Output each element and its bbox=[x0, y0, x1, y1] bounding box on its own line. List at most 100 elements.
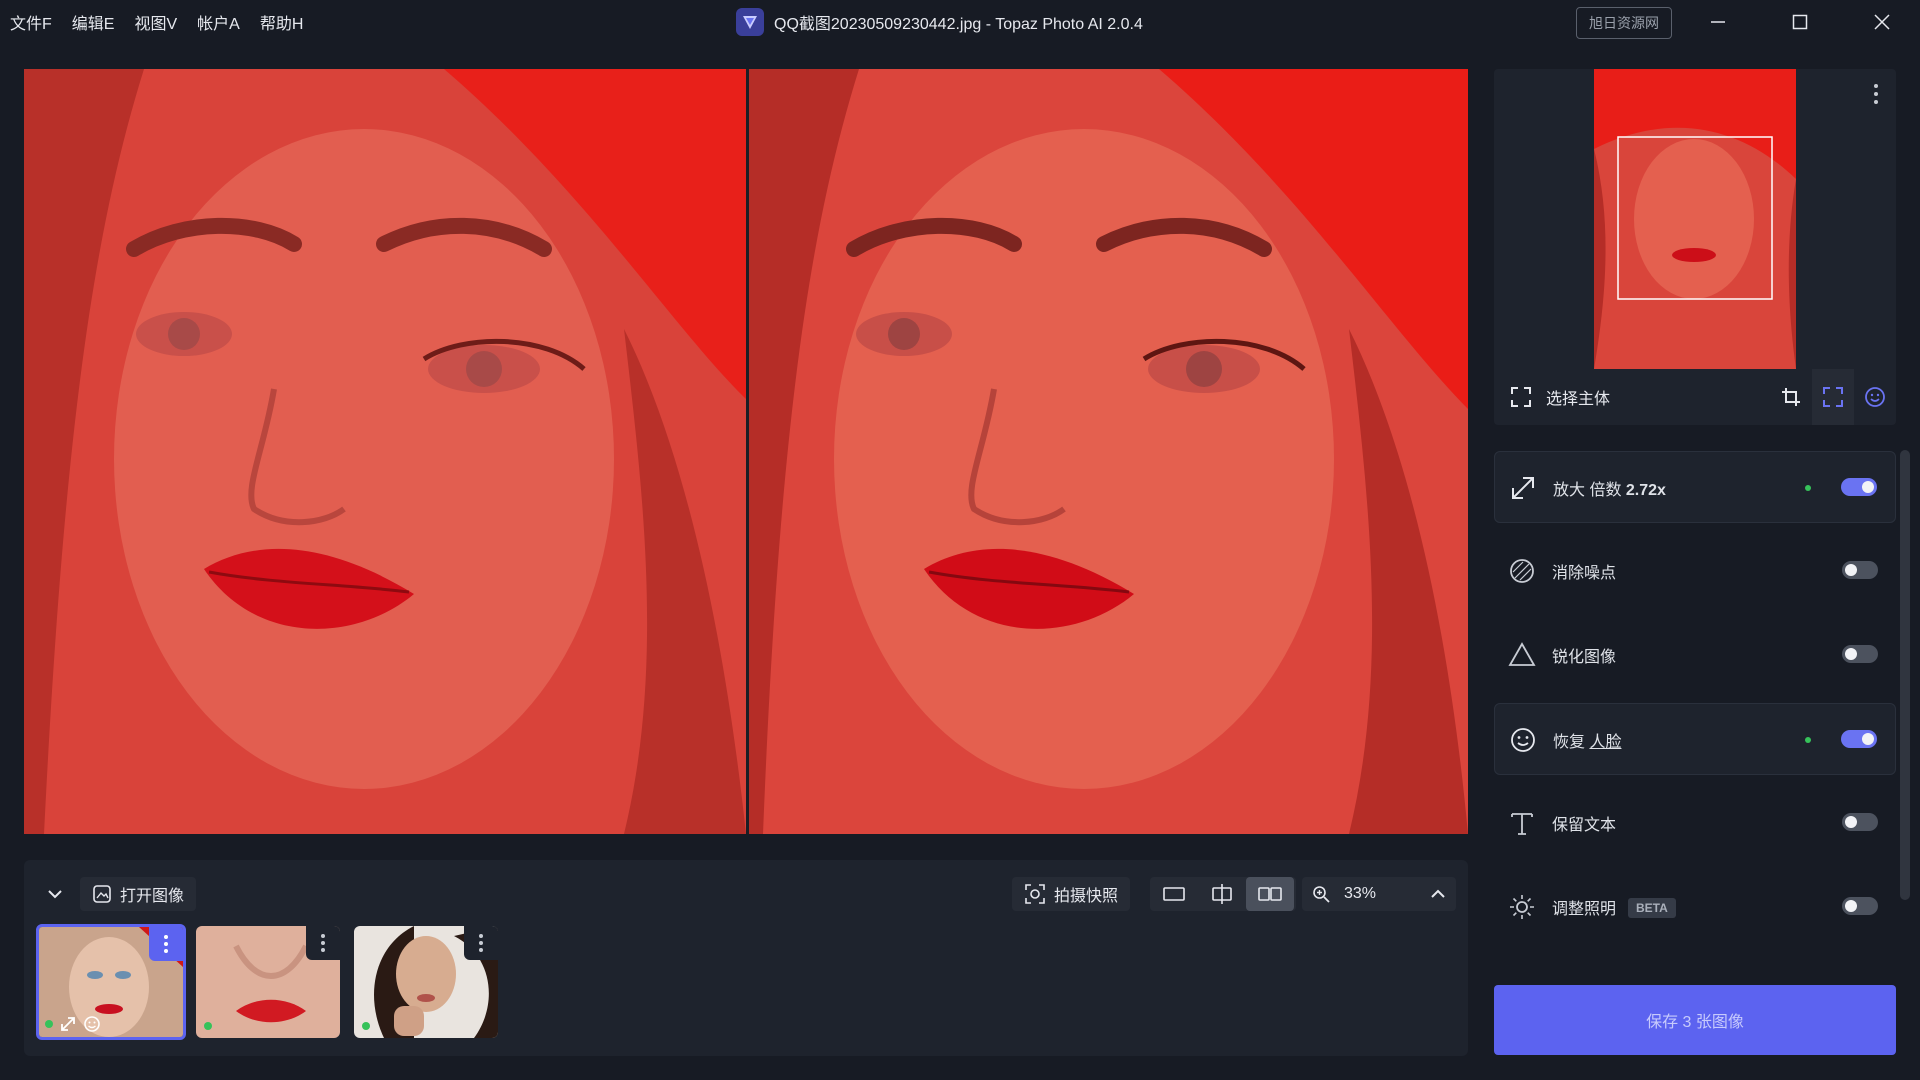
watermark-badge: 旭日资源网 bbox=[1576, 7, 1672, 39]
menu-account[interactable]: 帐户A bbox=[197, 10, 240, 34]
more-vertical-icon bbox=[164, 935, 168, 953]
status-dot bbox=[1805, 737, 1811, 743]
status-dot bbox=[45, 1020, 53, 1028]
thumbnail-menu-button[interactable] bbox=[149, 927, 183, 961]
face-icon bbox=[1511, 728, 1535, 752]
recover-face-label: 恢复 人脸 bbox=[1553, 734, 1622, 751]
snapshot-button[interactable]: 拍摄快照 bbox=[1012, 877, 1131, 911]
chevron-up-icon bbox=[1431, 889, 1445, 898]
single-view-icon bbox=[1163, 887, 1185, 901]
camera-icon bbox=[1025, 884, 1045, 904]
settings-scrollbar[interactable] bbox=[1900, 450, 1910, 900]
zoom-in-icon bbox=[1313, 886, 1330, 903]
select-subject-button[interactable]: 选择主体 bbox=[1510, 385, 1610, 409]
navigator-panel: 选择主体 bbox=[1494, 69, 1896, 425]
face-icon bbox=[84, 1016, 100, 1032]
zoom-control[interactable]: 33% bbox=[1302, 877, 1456, 911]
thumbnail-active[interactable] bbox=[36, 924, 186, 1040]
thumbnail-menu-button[interactable] bbox=[306, 926, 340, 960]
crop-icon bbox=[1782, 388, 1800, 406]
sharpen-card[interactable]: 锐化图像 bbox=[1494, 619, 1896, 691]
crop-button[interactable] bbox=[1770, 369, 1812, 425]
thumbnail[interactable] bbox=[354, 926, 498, 1038]
select-subject-icon bbox=[1511, 387, 1531, 407]
beta-badge: BETA bbox=[1628, 898, 1676, 918]
adjust-lighting-label: 调整照明 BETA bbox=[1552, 895, 1676, 919]
sharpen-toggle[interactable] bbox=[1842, 645, 1878, 663]
view-mode-group bbox=[1150, 877, 1296, 911]
navigator-tools bbox=[1770, 369, 1896, 425]
close-button[interactable] bbox=[1854, 6, 1910, 38]
menu-edit[interactable]: 编辑E bbox=[72, 10, 115, 34]
menu-file[interactable]: 文件F bbox=[10, 10, 52, 34]
window-title: QQ截图20230509230442.jpg - Topaz Photo AI … bbox=[774, 16, 1143, 33]
adjust-lighting-card[interactable]: 调整照明 BETA bbox=[1494, 871, 1896, 943]
upscale-icon bbox=[1512, 477, 1534, 499]
navigator-menu-button[interactable] bbox=[1866, 79, 1886, 109]
chevron-down-icon bbox=[48, 890, 62, 899]
enhanced-preview-pane[interactable] bbox=[749, 69, 1468, 834]
upscale-label: 放大 倍数 2.72x bbox=[1553, 482, 1666, 499]
menu-view[interactable]: 视图V bbox=[134, 10, 177, 34]
select-subject-label: 选择主体 bbox=[1546, 391, 1611, 408]
app-logo-icon bbox=[736, 8, 764, 36]
thumbnail-menu-button[interactable] bbox=[464, 926, 498, 960]
thumbnail-status-row bbox=[45, 1015, 101, 1033]
adjust-lighting-toggle[interactable] bbox=[1842, 897, 1878, 915]
save-button[interactable]: 保存 3 张图像 bbox=[1494, 985, 1896, 1055]
recover-face-card[interactable]: 恢复 人脸 bbox=[1494, 703, 1896, 775]
menu-help[interactable]: 帮助H bbox=[260, 10, 304, 34]
maximize-button[interactable] bbox=[1772, 6, 1828, 38]
upscale-toggle[interactable] bbox=[1841, 478, 1877, 496]
maximize-icon bbox=[1792, 14, 1808, 30]
minimize-button[interactable] bbox=[1690, 6, 1746, 38]
upscale-card[interactable]: 放大 倍数 2.72x bbox=[1494, 451, 1896, 523]
split-view-button[interactable] bbox=[1198, 877, 1246, 911]
recover-face-toggle[interactable] bbox=[1841, 730, 1877, 748]
more-vertical-icon bbox=[321, 934, 325, 952]
status-dot bbox=[362, 1022, 370, 1030]
preserve-text-label: 保留文本 bbox=[1552, 817, 1617, 834]
denoise-card[interactable]: 消除噪点 bbox=[1494, 535, 1896, 607]
more-vertical-icon bbox=[1874, 84, 1878, 104]
navigator-toolbar: 选择主体 bbox=[1494, 369, 1896, 425]
side-by-side-icon bbox=[1258, 887, 1282, 901]
text-icon bbox=[1511, 813, 1533, 835]
preserve-text-toggle[interactable] bbox=[1842, 813, 1878, 831]
preserve-text-card[interactable]: 保留文本 bbox=[1494, 787, 1896, 859]
minimize-icon bbox=[1711, 21, 1725, 23]
face-icon bbox=[1865, 387, 1885, 407]
sharpen-label: 锐化图像 bbox=[1552, 649, 1617, 666]
denoise-icon bbox=[1510, 559, 1534, 583]
enhanced-photo bbox=[749, 69, 1468, 834]
recover-face-link[interactable]: 人脸 bbox=[1589, 734, 1621, 751]
denoise-toggle[interactable] bbox=[1842, 561, 1878, 579]
window-title-group: QQ截图20230509230442.jpg - Topaz Photo AI … bbox=[736, 8, 1143, 36]
image-icon bbox=[93, 885, 111, 903]
status-dot bbox=[204, 1022, 212, 1030]
more-vertical-icon bbox=[479, 934, 483, 952]
snapshot-label: 拍摄快照 bbox=[1054, 888, 1119, 905]
original-preview-pane[interactable] bbox=[24, 69, 746, 834]
navigator-thumbnail[interactable] bbox=[1594, 69, 1796, 369]
side-by-side-view-button[interactable] bbox=[1246, 877, 1294, 911]
fit-view-button[interactable] bbox=[1812, 369, 1854, 425]
original-photo bbox=[24, 69, 746, 834]
split-view-icon bbox=[1212, 884, 1232, 904]
close-icon bbox=[1874, 14, 1890, 30]
denoise-label: 消除噪点 bbox=[1552, 565, 1617, 582]
open-image-button[interactable]: 打开图像 bbox=[80, 877, 197, 911]
face-detect-button[interactable] bbox=[1854, 369, 1896, 425]
sharpen-icon bbox=[1508, 642, 1536, 666]
single-view-button[interactable] bbox=[1150, 877, 1198, 911]
compare-divider[interactable] bbox=[746, 69, 749, 834]
fullscreen-icon bbox=[1823, 387, 1843, 407]
upscale-value: 2.72x bbox=[1625, 482, 1666, 499]
status-dot bbox=[1805, 485, 1811, 491]
open-image-label: 打开图像 bbox=[120, 888, 185, 905]
upscale-icon bbox=[61, 1017, 75, 1031]
collapse-strip-button[interactable] bbox=[40, 877, 70, 911]
thumbnail[interactable] bbox=[196, 926, 340, 1038]
zoom-value: 33% bbox=[1344, 885, 1377, 902]
menu-bar: 文件F 编辑E 视图V 帐户A 帮助H bbox=[10, 10, 303, 34]
